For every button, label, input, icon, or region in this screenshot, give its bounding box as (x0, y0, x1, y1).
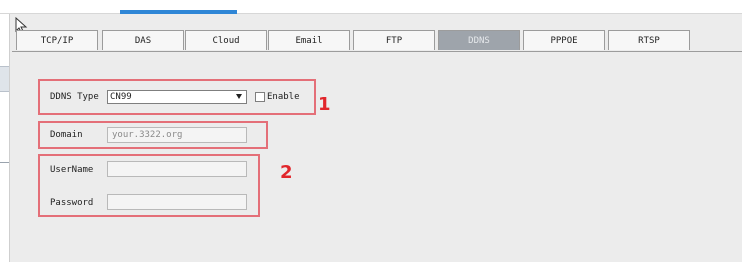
tab-label: Email (295, 35, 323, 46)
annotation-marker-1: 1 (318, 94, 331, 115)
tab-ddns[interactable]: DDNS (438, 30, 520, 50)
tab-pppoe[interactable]: PPPOE (523, 30, 605, 50)
tab-bar: TCP/IP DAS Cloud Email FTP DDNS PPPOE RT… (12, 17, 742, 52)
ddns-type-select[interactable]: CN99 (107, 90, 247, 104)
tab-label: FTP (385, 35, 403, 46)
tab-label: RTSP (638, 35, 660, 46)
username-label: UserName (50, 165, 94, 175)
left-sidebar (0, 14, 10, 262)
tab-label: DAS (134, 35, 152, 46)
ddns-type-label: DDNS Type (50, 92, 99, 102)
tab-label: Cloud (212, 35, 240, 46)
chevron-down-icon (236, 94, 242, 99)
username-input[interactable] (107, 161, 247, 177)
tab-rtsp[interactable]: RTSP (608, 30, 690, 50)
password-label: Password (50, 198, 94, 208)
tab-label: PPPOE (550, 35, 578, 46)
enable-label: Enable (267, 92, 300, 102)
tab-label: DDNS (468, 35, 490, 46)
domain-label: Domain (50, 130, 83, 140)
tab-tcpip[interactable]: TCP/IP (16, 30, 98, 50)
domain-placeholder: your.3322.org (112, 130, 183, 140)
password-input[interactable] (107, 194, 247, 210)
tab-ftp[interactable]: FTP (353, 30, 435, 50)
tab-das[interactable]: DAS (102, 30, 184, 50)
top-strip (0, 0, 742, 14)
domain-input[interactable]: your.3322.org (107, 127, 247, 143)
tab-email[interactable]: Email (268, 30, 350, 50)
annotation-marker-2: 2 (280, 162, 293, 183)
tab-cloud[interactable]: Cloud (185, 30, 267, 50)
enable-checkbox[interactable] (255, 92, 265, 102)
left-sidebar-item[interactable] (0, 66, 9, 92)
tab-label: TCP/IP (40, 35, 74, 46)
ddns-type-value: CN99 (110, 92, 132, 102)
left-sidebar-divider (0, 162, 9, 163)
